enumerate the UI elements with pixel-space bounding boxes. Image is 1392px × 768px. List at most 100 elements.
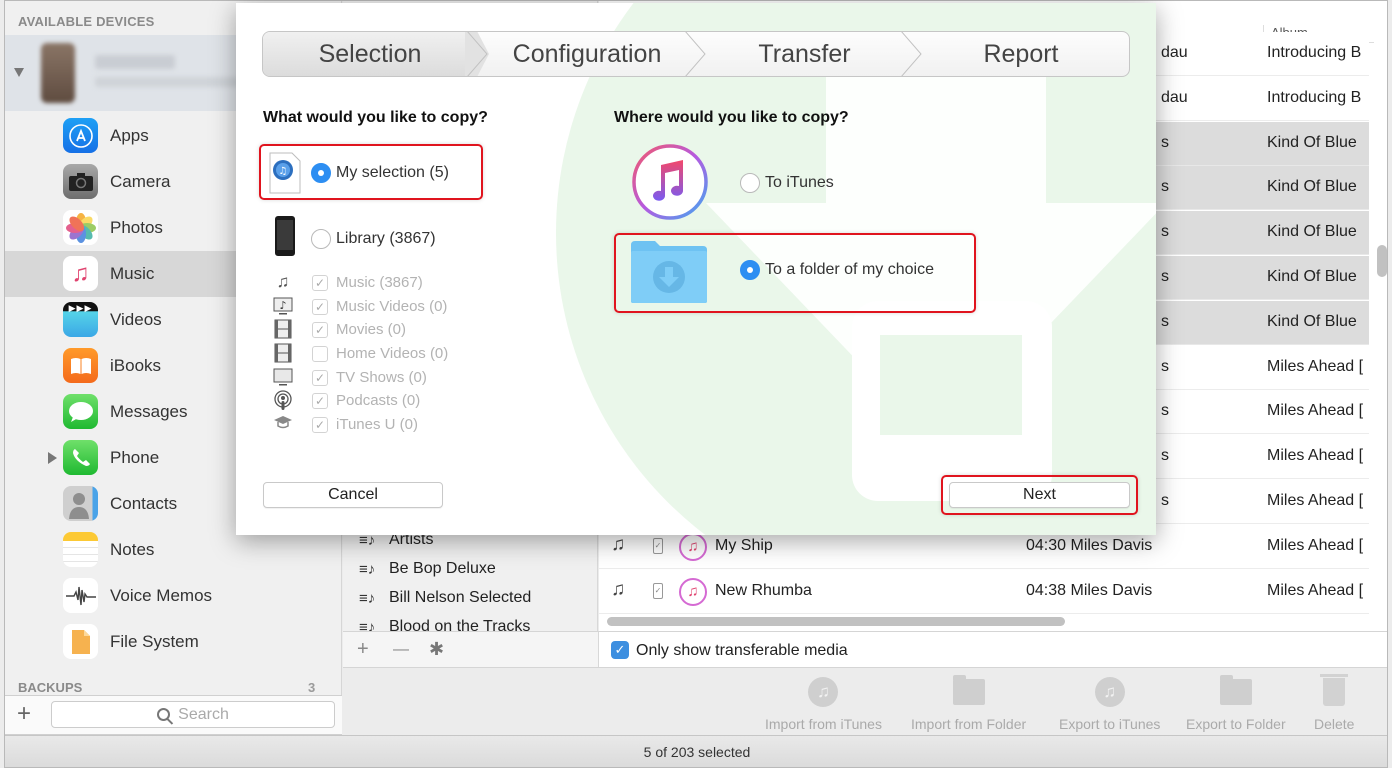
itunes-icon: ♫	[1094, 677, 1125, 707]
delete-button[interactable]: Delete	[1314, 674, 1354, 732]
cancel-button[interactable]: Cancel	[263, 482, 443, 508]
step-configuration: Configuration	[512, 39, 662, 68]
track-artist: s	[1161, 133, 1169, 151]
svg-text:♪: ♪	[279, 299, 286, 312]
copy-where-heading: Where would you like to copy?	[614, 109, 849, 126]
track-artist: s	[1161, 492, 1169, 509]
track-artist: s	[1161, 447, 1169, 465]
track-album: Kind Of Blue	[1267, 312, 1357, 330]
itunes-file-icon: ♫	[269, 152, 301, 194]
my-selection-radio[interactable]	[311, 163, 331, 183]
to-folder-label: To a folder of my choice	[765, 261, 934, 278]
to-folder-radio[interactable]	[740, 260, 760, 280]
search-placeholder: Search	[178, 705, 229, 723]
trash-icon	[1320, 674, 1349, 706]
music-icon: ♫	[63, 256, 98, 291]
track-album: Miles Ahead [	[1267, 536, 1364, 554]
gear-icon[interactable]: ✱	[429, 639, 444, 660]
category-itunes-u: ✓ iTunes U (0)	[272, 414, 512, 436]
import-from-itunes-button[interactable]: ♫ Import from iTunes	[765, 676, 882, 732]
videos-icon: ▶▶▶	[63, 302, 98, 337]
sidebar-item-label: iBooks	[110, 356, 162, 375]
category-movies: ✓ Movies (0)	[272, 319, 512, 341]
music-note-icon: ♫	[276, 272, 290, 291]
action-toolbar: ♫ Import from iTunes Import from Folder …	[343, 667, 1387, 735]
track-album: Kind Of Blue	[1267, 133, 1357, 151]
contacts-icon	[63, 486, 98, 521]
itunes-icon: ♫	[679, 532, 707, 561]
category-checkbox[interactable]: ✓	[312, 417, 328, 433]
category-checkbox[interactable]: ✓	[312, 275, 328, 291]
my-selection-label: My selection (5)	[336, 164, 449, 181]
category-checkbox[interactable]	[312, 346, 328, 362]
sidebar-item-label: Notes	[110, 540, 155, 559]
film-icon	[272, 343, 294, 368]
track-artist: dau	[1161, 88, 1188, 106]
next-button[interactable]: Next	[949, 482, 1130, 508]
folder-icon	[1219, 675, 1252, 705]
playlist-item[interactable]: ≡♪ Be Bop Deluxe	[359, 560, 496, 578]
track-artist: dau	[1161, 44, 1188, 61]
step-transfer: Transfer	[758, 39, 851, 68]
music-note-icon: ♫	[611, 578, 626, 600]
track-album: Introducing B	[1267, 44, 1362, 61]
itunes-icon: ♫	[679, 577, 707, 606]
sidebar-item-label: Photos	[110, 218, 163, 237]
file-system-icon	[63, 624, 98, 659]
sidebar-item-label: Camera	[110, 172, 171, 191]
library-radio[interactable]	[311, 229, 331, 249]
playlist-item[interactable]: ≡♪ Bill Nelson Selected	[359, 589, 531, 607]
disclosure-triangle-icon[interactable]	[48, 452, 57, 464]
step-selection: Selection	[263, 32, 477, 76]
svg-text:♫: ♫	[279, 166, 288, 177]
tv-icon	[272, 367, 294, 392]
search-input[interactable]: Search	[51, 701, 335, 728]
app-store-icon	[63, 118, 98, 153]
to-itunes-label: To iTunes	[765, 174, 834, 191]
category-checkbox[interactable]: ✓	[312, 393, 328, 409]
import-from-folder-button[interactable]: Import from Folder	[911, 675, 1026, 732]
transferable-only-checkbox[interactable]: ✓	[611, 641, 629, 659]
messages-icon	[63, 394, 98, 429]
horizontal-scrollbar[interactable]	[607, 617, 1065, 626]
sidebar-item-label: Voice Memos	[110, 586, 213, 605]
track-artist: s	[1161, 402, 1169, 420]
category-checkbox[interactable]: ✓	[312, 370, 328, 386]
remove-playlist-button[interactable]: —	[393, 641, 409, 659]
track-album: Miles Ahead [	[1267, 447, 1364, 465]
track-album: Miles Ahead [	[1267, 492, 1364, 509]
track-album: Kind Of Blue	[1267, 268, 1357, 285]
sidebar-item-file-system[interactable]: File System	[5, 619, 342, 665]
sidebar-item-label: Apps	[110, 126, 149, 145]
track-album: Miles Ahead [	[1267, 581, 1364, 599]
export-to-folder-button[interactable]: Export to Folder	[1186, 675, 1286, 732]
category-checkbox[interactable]: ✓	[312, 322, 328, 338]
track-title: New Rhumba	[715, 581, 812, 599]
add-button[interactable]: +	[17, 702, 31, 726]
graduation-cap-icon	[272, 414, 294, 435]
step-separator	[685, 32, 706, 76]
track-time-artist: 04:38 Miles Davis	[1026, 581, 1153, 599]
track-album: Kind Of Blue	[1267, 178, 1357, 196]
available-devices-header: AVAILABLE DEVICES	[18, 14, 155, 29]
transfer-dialog: Selection Configuration Transfer Report …	[236, 3, 1156, 535]
disclosure-triangle-icon[interactable]	[14, 68, 24, 77]
add-playlist-button[interactable]: +	[357, 638, 369, 661]
sidebar-item-label: Messages	[110, 402, 188, 421]
category-checkbox[interactable]: ✓	[312, 299, 328, 315]
export-to-itunes-button[interactable]: ♫ Export to iTunes	[1059, 676, 1160, 732]
step-separator	[901, 32, 922, 76]
backups-header: BACKUPS	[18, 680, 83, 695]
table-row[interactable]: ♫ ✓ ♫ New Rhumba 04:38 Miles Davis Miles Ahea…	[599, 569, 1369, 614]
folder-icon	[952, 675, 985, 705]
backups-count: 3	[308, 680, 316, 695]
library-label: Library (3867)	[336, 230, 436, 247]
sidebar-item-voice-memos[interactable]: Voice Memos	[5, 573, 342, 619]
to-itunes-radio[interactable]	[740, 173, 760, 193]
vertical-scrollbar[interactable]	[1377, 245, 1387, 277]
device-details-blurred	[95, 77, 245, 87]
step-separator	[465, 32, 489, 76]
wizard-steps: Selection Configuration Transfer Report	[262, 31, 1130, 77]
track-title: My Ship	[715, 536, 773, 554]
device-check-icon: ✓	[653, 582, 663, 599]
